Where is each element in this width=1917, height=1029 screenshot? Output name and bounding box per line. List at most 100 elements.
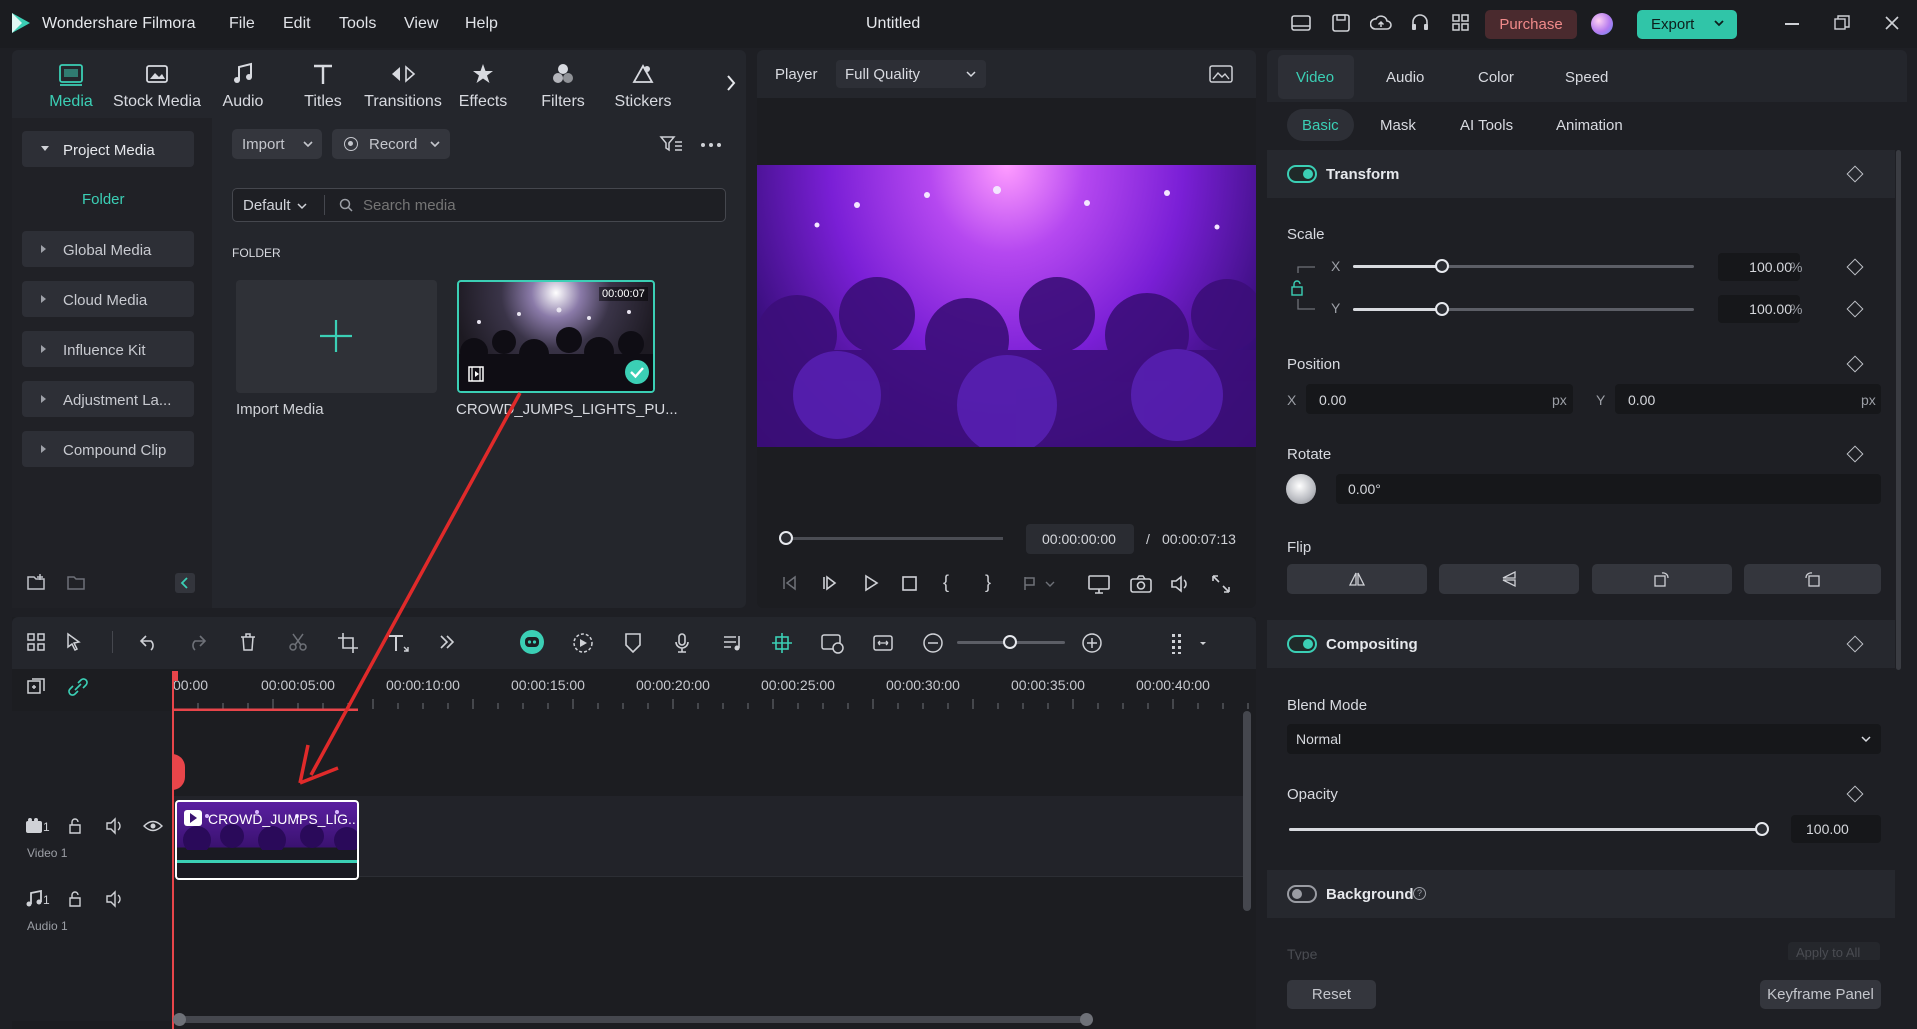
sidebar-item-influence-kit[interactable]: Influence Kit — [22, 331, 194, 367]
flip-horizontal-button[interactable] — [1287, 564, 1427, 594]
quality-dropdown[interactable]: Full Quality — [836, 60, 986, 88]
scrubber-handle[interactable] — [779, 531, 793, 545]
save-icon[interactable] — [1331, 13, 1351, 33]
folder-icon[interactable] — [66, 573, 86, 591]
mark-in-icon[interactable]: { — [943, 572, 949, 593]
sort-dropdown[interactable]: Default — [243, 197, 291, 214]
select-cursor-icon[interactable] — [65, 632, 87, 652]
reset-button[interactable]: Reset — [1287, 980, 1376, 1009]
minimize-icon[interactable] — [1785, 23, 1799, 25]
auto-sync-icon[interactable] — [771, 632, 793, 654]
scale-x-slider-handle[interactable] — [1434, 259, 1449, 273]
tab-speed[interactable]: Speed — [1565, 69, 1608, 86]
previous-frame-icon[interactable] — [780, 574, 800, 592]
scale-x-slider[interactable] — [1353, 259, 1694, 281]
opacity-slider-handle[interactable] — [1755, 822, 1769, 836]
more-options-icon[interactable] — [700, 142, 722, 148]
timeline-vertical-scrollbar[interactable] — [1243, 711, 1251, 911]
compositing-toggle[interactable] — [1287, 635, 1317, 653]
rotate-clockwise-button[interactable] — [1592, 564, 1732, 594]
close-icon[interactable] — [1884, 15, 1900, 31]
delete-icon[interactable] — [238, 632, 258, 652]
mute-track-icon[interactable] — [105, 817, 125, 835]
shield-icon[interactable] — [623, 632, 643, 654]
scale-y-input[interactable]: 100.00 — [1718, 295, 1800, 323]
export-button[interactable]: Export — [1637, 10, 1737, 39]
opacity-input[interactable]: 100.00 — [1791, 815, 1881, 843]
tab-effects[interactable]: Effects — [438, 62, 528, 111]
tab-filters[interactable]: Filters — [518, 62, 608, 111]
picture-in-picture-icon[interactable] — [821, 632, 845, 654]
keyframe-panel-button[interactable]: Keyframe Panel — [1760, 980, 1881, 1009]
timeline-horizontal-scrollbar[interactable] — [176, 1016, 1093, 1023]
background-toggle[interactable] — [1287, 885, 1317, 903]
new-folder-icon[interactable] — [26, 573, 46, 591]
zoom-out-icon[interactable] — [922, 632, 944, 654]
subtab-ai-tools[interactable]: AI Tools — [1460, 117, 1513, 134]
lock-ratio-icon[interactable] — [1290, 263, 1318, 315]
tab-video[interactable]: Video — [1278, 55, 1354, 99]
fit-timeline-icon[interactable] — [872, 632, 894, 654]
rotate-input[interactable]: 0.00° — [1336, 474, 1881, 504]
import-media-tile[interactable] — [236, 280, 437, 393]
ai-assistant-icon[interactable] — [520, 630, 544, 654]
cloud-upload-icon[interactable] — [1370, 13, 1392, 33]
text-tool-icon[interactable] — [386, 632, 412, 654]
sidebar-item-project-media[interactable]: Project Media — [22, 131, 194, 167]
tab-stock-media[interactable]: Stock Media — [112, 62, 202, 111]
timeline-ruler[interactable] — [173, 671, 1253, 711]
next-frame-icon[interactable] — [821, 574, 841, 592]
zoom-in-icon[interactable] — [1081, 632, 1103, 654]
apply-to-all-button[interactable]: Apply to All — [1788, 942, 1880, 962]
scale-x-input[interactable]: 100.00 — [1718, 253, 1800, 281]
restore-icon[interactable] — [1834, 15, 1850, 31]
visibility-eye-icon[interactable] — [143, 819, 163, 833]
link-icon[interactable] — [67, 677, 89, 697]
sidebar-item-global-media[interactable]: Global Media — [22, 231, 194, 267]
media-clip-thumbnail[interactable]: 00:00:07 — [457, 280, 655, 393]
fullscreen-icon[interactable] — [1211, 574, 1231, 594]
menu-help[interactable]: Help — [465, 15, 498, 33]
play-icon[interactable] — [862, 574, 880, 592]
transform-toggle[interactable] — [1287, 165, 1317, 183]
sidebar-item-compound-clip[interactable]: Compound Clip — [22, 431, 194, 467]
subtab-animation[interactable]: Animation — [1556, 117, 1623, 134]
track-layout-icon[interactable] — [1170, 632, 1208, 654]
camera-icon[interactable] — [1130, 574, 1152, 594]
zoom-slider-handle[interactable] — [1003, 635, 1017, 649]
undo-icon[interactable] — [138, 632, 160, 652]
display-monitor-icon[interactable] — [1088, 574, 1110, 594]
tab-stickers[interactable]: Stickers — [598, 62, 688, 111]
playhead[interactable] — [172, 671, 174, 1029]
cut-scissors-icon[interactable] — [288, 632, 308, 652]
tab-audio[interactable]: Audio — [198, 62, 288, 111]
tab-transitions[interactable]: Transitions — [358, 62, 448, 111]
current-time[interactable]: 00:00:00:00 — [1026, 524, 1134, 554]
sidebar-item-folder[interactable]: Folder — [82, 191, 125, 208]
layout-icon[interactable] — [1291, 14, 1311, 32]
crop-icon[interactable] — [337, 632, 359, 654]
import-dropdown[interactable]: Import — [232, 129, 322, 159]
timeline-video-clip[interactable]: CROWD_JUMPS_LIG... — [175, 800, 359, 880]
purchase-button[interactable]: Purchase — [1485, 10, 1577, 39]
collapse-sidebar-button[interactable] — [175, 573, 195, 593]
tab-audio-properties[interactable]: Audio — [1386, 69, 1424, 86]
help-icon[interactable]: ? — [1413, 887, 1426, 900]
microphone-icon[interactable] — [672, 632, 692, 654]
avatar[interactable] — [1591, 13, 1613, 35]
tab-media[interactable]: Media — [26, 62, 116, 111]
menu-view[interactable]: View — [404, 15, 438, 33]
apps-grid-icon[interactable] — [1451, 13, 1471, 33]
add-track-icon[interactable] — [26, 677, 46, 697]
tab-titles[interactable]: Titles — [278, 62, 368, 111]
flip-vertical-button[interactable] — [1439, 564, 1579, 594]
filter-icon[interactable] — [659, 134, 683, 154]
rotate-dial[interactable] — [1286, 474, 1316, 504]
scale-y-slider-handle[interactable] — [1434, 302, 1449, 316]
support-headset-icon[interactable] — [1410, 13, 1430, 33]
render-preview-icon[interactable] — [572, 632, 594, 654]
menu-tools[interactable]: Tools — [339, 15, 376, 33]
blend-mode-dropdown[interactable]: Normal — [1287, 724, 1881, 754]
rotate-counterclockwise-button[interactable] — [1744, 564, 1881, 594]
sidebar-item-cloud-media[interactable]: Cloud Media — [22, 281, 194, 317]
